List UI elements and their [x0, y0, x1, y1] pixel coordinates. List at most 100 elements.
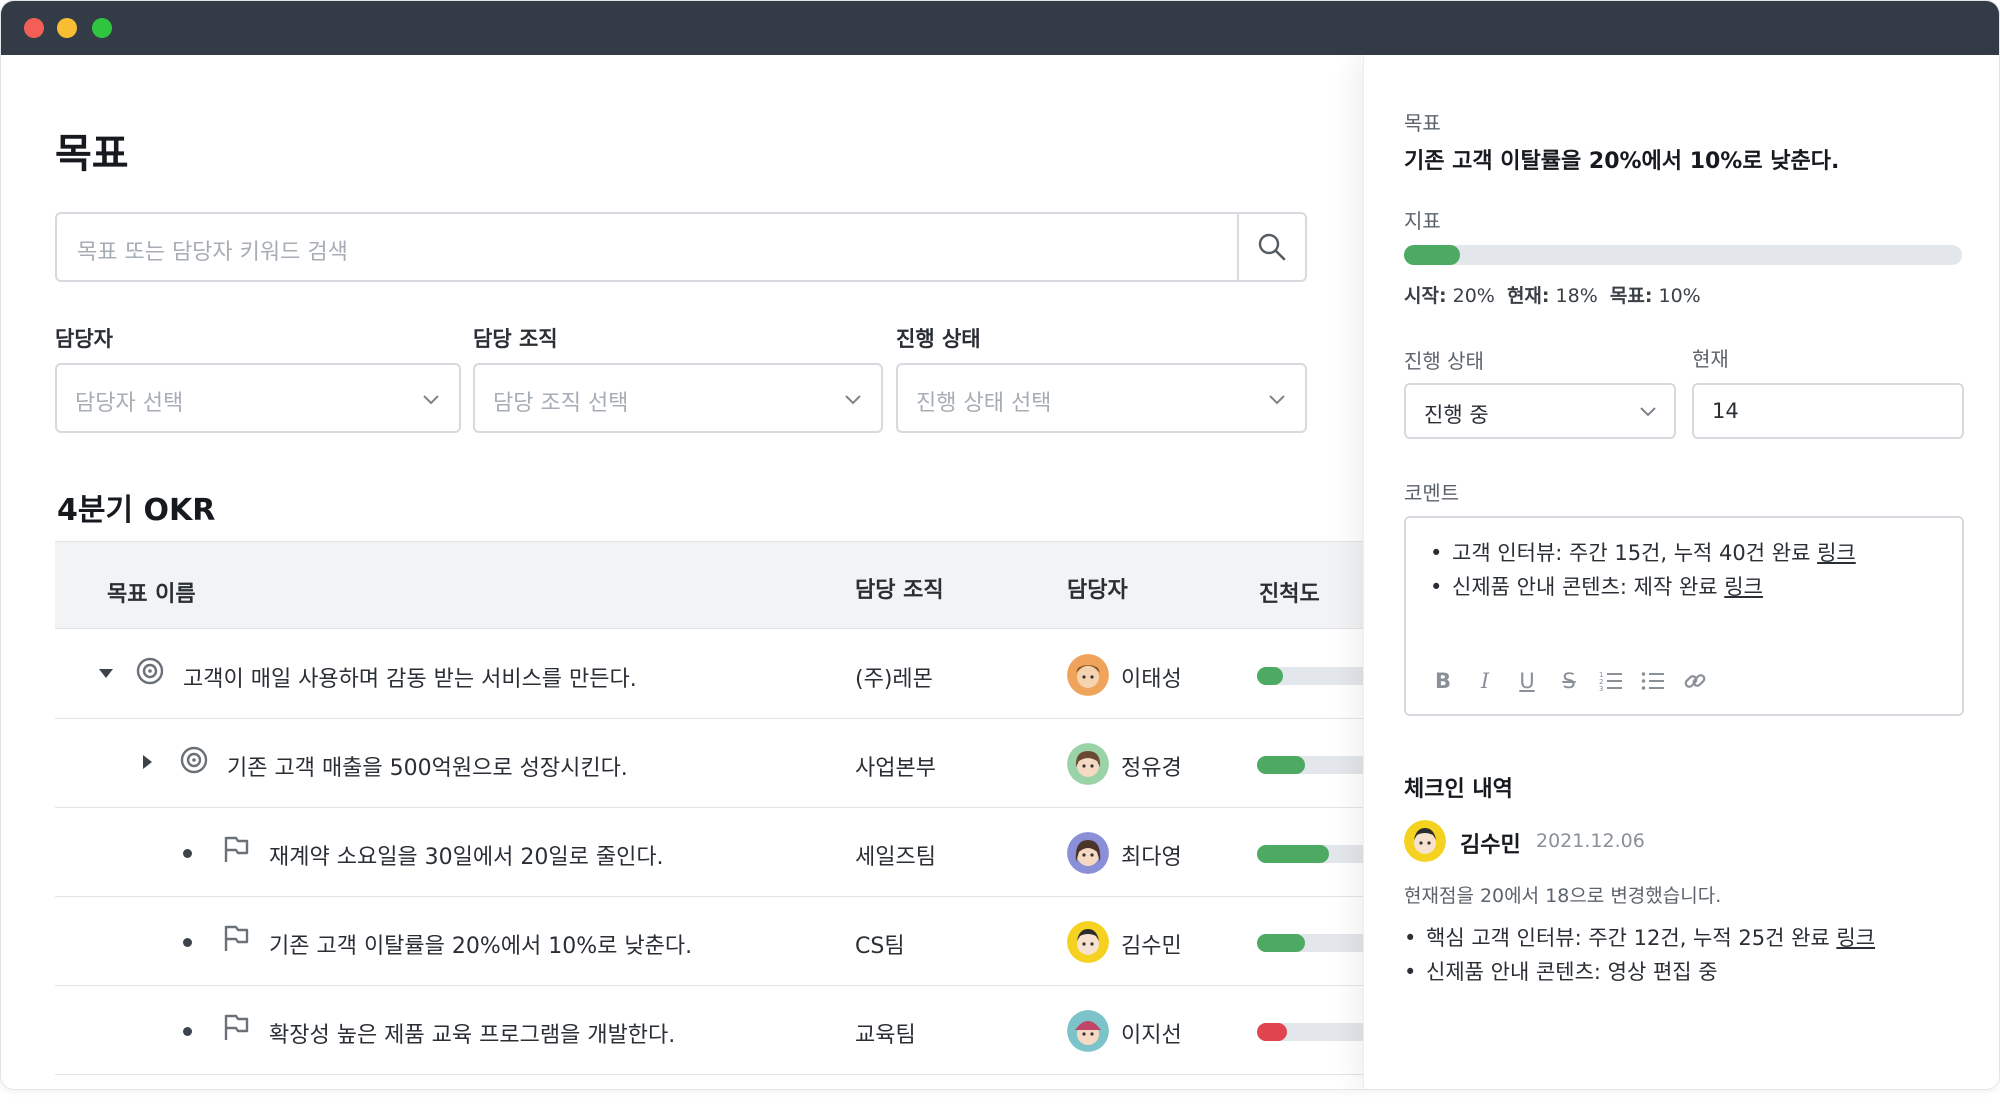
- owner-name: 김수민: [1121, 934, 1182, 959]
- objectives-main: 목표 목표 또는 담당자 키워드 검색 담당자 담당자 선택 담당 조직 담당 …: [1, 55, 1363, 1089]
- section-title: 4분기 OKR: [57, 493, 216, 528]
- objective-name[interactable]: 고객이 매일 사용하며 감동 받는 서비스를 만든다.: [183, 661, 637, 693]
- progress-fill: [1257, 845, 1329, 863]
- metric-label: 지표: [1404, 209, 1441, 233]
- chevron-down-icon: [1640, 407, 1656, 417]
- progress-bar: [1257, 1023, 1363, 1041]
- status-select[interactable]: 진행 중: [1404, 383, 1676, 439]
- progress-fill: [1257, 934, 1305, 952]
- maximize-window-button[interactable]: [92, 18, 112, 38]
- metric-current-label: 현재:: [1506, 285, 1550, 307]
- bullet-icon: [183, 938, 192, 947]
- comment-link[interactable]: 링크: [1724, 575, 1763, 599]
- bullet-list-icon[interactable]: [1640, 668, 1666, 694]
- metric-progress-fill: [1404, 245, 1460, 265]
- header-org[interactable]: 담당 조직: [855, 572, 944, 604]
- search-box[interactable]: 목표 또는 담당자 키워드 검색: [55, 212, 1307, 282]
- objective-org: 세일즈팀: [855, 845, 936, 870]
- objective-name[interactable]: 재계약 소요일을 30일에서 20일로 줄인다.: [269, 839, 664, 871]
- current-value-input[interactable]: 14: [1692, 383, 1964, 439]
- flag-icon: [224, 1014, 249, 1040]
- progress-fill: [1257, 1023, 1287, 1041]
- checkin-text: 핵심 고객 인터뷰: 주간 12건, 누적 25건 완료: [1426, 926, 1837, 950]
- list-item: 신제품 안내 콘텐츠: 제작 완료 링크: [1430, 570, 1856, 604]
- list-item: 신제품 안내 콘텐츠: 영상 편집 중: [1404, 955, 1875, 989]
- current-value: 14: [1712, 399, 1739, 423]
- comment-label: 코멘트: [1404, 481, 1460, 505]
- status-filter-placeholder: 진행 상태 선택: [916, 391, 1052, 416]
- table-row[interactable]: 재계약 소요일을 30일에서 20일로 줄인다. 세일즈팀 최다영: [55, 808, 1363, 897]
- target-icon: [180, 746, 208, 774]
- minimize-window-button[interactable]: [57, 18, 77, 38]
- header-owner[interactable]: 담당자: [1067, 572, 1128, 604]
- org-filter-label: 담당 조직: [473, 327, 558, 351]
- objective-org: 사업본부: [855, 756, 936, 781]
- strikethrough-icon[interactable]: S: [1556, 668, 1582, 694]
- owner-filter-label: 담당자: [55, 327, 113, 351]
- comment-text: 고객 인터뷰: 주간 15건, 누적 40건 완료: [1452, 541, 1818, 565]
- avatar: [1067, 1010, 1109, 1052]
- caret-right-icon[interactable]: [138, 753, 156, 771]
- goal-text: 기존 고객 이탈률을 20%에서 10%로 낮춘다.: [1404, 149, 1840, 174]
- list-item: 고객 인터뷰: 주간 15건, 누적 40건 완료 링크: [1430, 536, 1856, 570]
- metric-target: 10%: [1658, 285, 1701, 307]
- app-window: 목표 목표 또는 담당자 키워드 검색 담당자 담당자 선택 담당 조직 담당 …: [0, 0, 2000, 1090]
- table-row[interactable]: 기존 고객 이탈률을 20%에서 10%로 낮춘다. CS팀 김수민: [55, 897, 1363, 986]
- caret-down-icon[interactable]: [97, 664, 115, 682]
- objective-name[interactable]: 확장성 높은 제품 교육 프로그램을 개발한다.: [269, 1017, 675, 1049]
- comment-text: 신제품 안내 콘텐츠: 제작 완료: [1452, 575, 1725, 599]
- objective-name[interactable]: 기존 고객 매출을 500억원으로 성장시킨다.: [227, 750, 628, 782]
- owner-name: 이지선: [1121, 1023, 1182, 1048]
- table-row[interactable]: 고객이 매일 사용하며 감동 받는 서비스를 만든다. (주)레몬 이태성: [55, 630, 1363, 719]
- underline-icon[interactable]: U: [1514, 668, 1540, 694]
- progress-bar: [1257, 756, 1363, 774]
- checkin-text: 신제품 안내 콘텐츠: 영상 편집 중: [1426, 960, 1718, 984]
- current-label: 현재: [1692, 347, 1729, 371]
- owner-filter-select[interactable]: 담당자 선택: [55, 363, 461, 433]
- header-progress[interactable]: 진척도: [1259, 576, 1320, 608]
- progress-bar: [1257, 667, 1363, 685]
- table-header: 목표 이름 담당 조직 담당자 진척도: [55, 541, 1363, 629]
- italic-icon[interactable]: I: [1472, 668, 1498, 694]
- comment-list: 고객 인터뷰: 주간 15건, 누적 40건 완료 링크 신제품 안내 콘텐츠:…: [1430, 536, 1856, 604]
- progress-fill: [1257, 756, 1305, 774]
- close-window-button[interactable]: [24, 18, 44, 38]
- window-titlebar: [1, 1, 1999, 55]
- ordered-list-icon[interactable]: 123: [1598, 668, 1624, 694]
- table-row[interactable]: 확장성 높은 제품 교육 프로그램을 개발한다. 교육팀 이지선: [55, 986, 1363, 1075]
- chevron-down-icon: [423, 395, 439, 405]
- search-button[interactable]: [1237, 214, 1305, 280]
- avatar: [1067, 654, 1109, 696]
- progress-fill: [1257, 667, 1283, 685]
- metric-target-label: 목표:: [1609, 285, 1653, 307]
- table-row[interactable]: 기존 고객 매출을 500억원으로 성장시킨다. 사업본부 정유경: [55, 719, 1363, 808]
- owner-name: 이태성: [1121, 667, 1182, 692]
- objective-name[interactable]: 기존 고객 이탈률을 20%에서 10%로 낮춘다.: [269, 928, 692, 960]
- comment-editor[interactable]: 고객 인터뷰: 주간 15건, 누적 40건 완료 링크 신제품 안내 콘텐츠:…: [1404, 516, 1964, 716]
- metric-start-label: 시작:: [1404, 285, 1447, 307]
- checkin-link[interactable]: 링크: [1836, 926, 1875, 950]
- target-icon: [136, 657, 164, 685]
- progress-bar: [1257, 934, 1363, 952]
- comment-link[interactable]: 링크: [1817, 541, 1856, 565]
- objective-org: 교육팀: [855, 1023, 916, 1048]
- link-icon[interactable]: [1682, 668, 1708, 694]
- checkin-list: 핵심 고객 인터뷰: 주간 12건, 누적 25건 완료 링크 신제품 안내 콘…: [1404, 921, 1875, 989]
- org-filter-select[interactable]: 담당 조직 선택: [473, 363, 883, 433]
- svg-text:3: 3: [1599, 685, 1603, 692]
- metric-values: 시작: 20% 현재: 18% 목표: 10%: [1404, 281, 1701, 308]
- owner-filter-placeholder: 담당자 선택: [75, 391, 184, 416]
- avatar: [1067, 921, 1109, 963]
- status-filter-select[interactable]: 진행 상태 선택: [896, 363, 1307, 433]
- list-item: 핵심 고객 인터뷰: 주간 12건, 누적 25건 완료 링크: [1404, 921, 1875, 955]
- status-label: 진행 상태: [1404, 349, 1484, 373]
- bold-icon[interactable]: B: [1430, 668, 1456, 694]
- checkin-description: 현재점을 20에서 18으로 변경했습니다.: [1404, 885, 1722, 907]
- search-input[interactable]: 목표 또는 담당자 키워드 검색: [77, 234, 348, 266]
- page-title: 목표: [55, 131, 129, 177]
- header-name[interactable]: 목표 이름: [107, 576, 196, 608]
- objective-org: (주)레몬: [855, 667, 933, 692]
- org-filter-placeholder: 담당 조직 선택: [493, 391, 629, 416]
- search-icon: [1258, 233, 1286, 261]
- owner-name: 정유경: [1121, 756, 1182, 781]
